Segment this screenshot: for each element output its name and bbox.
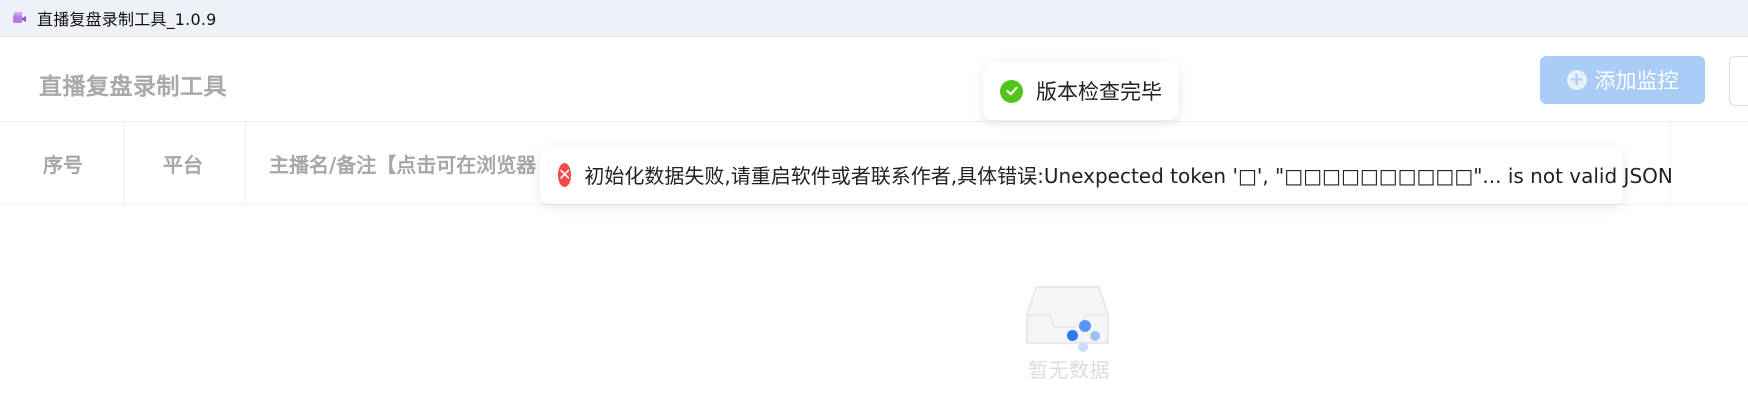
page-title: 直播复盘录制工具 [39,74,227,100]
error-notification: ✕ 初始化数据失败,请重启软件或者联系作者,具体错误:Unexpected to… [540,145,1673,204]
column-header-anchor: 主播名/备注【点击可在浏览器 [269,152,537,177]
app-window: 直播复盘录制工具_1.0.9 直播复盘录制工具 + 添加监控 序号 平台 主播名… [0,0,1748,414]
window-title: 直播复盘录制工具_1.0.9 [37,10,217,29]
plus-circle-icon: + [1566,70,1587,90]
camera-icon [11,10,27,26]
column-header-platform: 平台 [163,152,203,177]
add-monitor-label: 添加监控 [1594,69,1679,93]
page-header: 直播复盘录制工具 + 添加监控 [0,37,1748,122]
close-circle-icon: ✕ [558,162,572,187]
add-monitor-button[interactable]: + 添加监控 [1540,56,1705,104]
secondary-button[interactable] [1729,56,1748,106]
column-header-seq: 序号 [43,152,83,177]
success-message: 版本检查完毕 [1036,80,1162,104]
success-notification: 版本检查完毕 [983,62,1179,120]
title-bar: 直播复盘录制工具_1.0.9 [0,0,1748,37]
column-divider [123,122,124,204]
error-message: 初始化数据失败,请重启软件或者联系作者,具体错误:Unexpected toke… [584,164,1673,188]
empty-state-text: 暂无数据 [1028,358,1110,382]
check-circle-icon [1000,79,1023,103]
column-divider [245,122,246,204]
